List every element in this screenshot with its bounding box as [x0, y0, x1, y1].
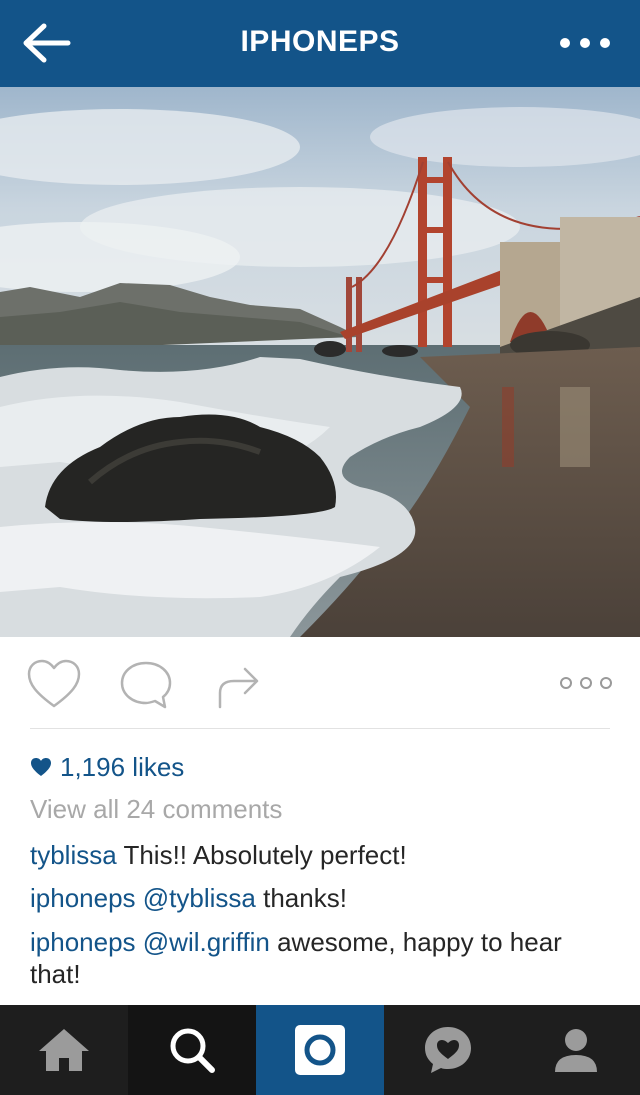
- share-arrow-icon[interactable]: [212, 659, 264, 711]
- comment-item: tyblissa This!! Absolutely perfect!: [30, 839, 610, 871]
- comment-username[interactable]: tyblissa: [30, 840, 117, 870]
- view-all-comments-link[interactable]: View all 24 comments: [30, 794, 282, 825]
- comment-mention[interactable]: @wil.griffin: [143, 927, 270, 957]
- actions-divider: [30, 728, 610, 729]
- bottom-tab-bar: [0, 1005, 640, 1095]
- tab-profile[interactable]: [512, 1005, 640, 1095]
- tab-home[interactable]: [0, 1005, 128, 1095]
- comment-username[interactable]: iphoneps: [30, 927, 136, 957]
- likes-text: 1,196 likes: [60, 751, 185, 782]
- tab-camera[interactable]: [256, 1005, 384, 1095]
- home-icon: [39, 1029, 89, 1071]
- comment-bubble-icon[interactable]: [118, 659, 174, 711]
- tab-search[interactable]: [128, 1005, 256, 1095]
- camera-icon: [295, 1025, 345, 1075]
- comment-text: thanks!: [263, 883, 347, 913]
- comment-item: iphoneps @wil.griffin awesome, happy to …: [30, 926, 610, 990]
- more-dots-icon[interactable]: [558, 30, 612, 56]
- post-photo[interactable]: [0, 87, 640, 637]
- options-dots-icon[interactable]: [558, 673, 614, 693]
- activity-icon: [425, 1027, 471, 1073]
- top-navigation-bar: IPHONEPS: [0, 0, 640, 87]
- search-icon: [170, 1028, 215, 1073]
- comment-mention[interactable]: @tyblissa: [143, 883, 256, 913]
- page-title: IPHONEPS: [240, 25, 400, 58]
- comment-text: This!! Absolutely perfect!: [123, 840, 407, 870]
- comment-item: iphoneps @tyblissa thanks!: [30, 882, 610, 914]
- golden-gate-photo: [0, 87, 640, 637]
- heart-outline-icon[interactable]: [26, 659, 82, 711]
- comment-username[interactable]: iphoneps: [30, 883, 136, 913]
- likes-count[interactable]: 1,196 likes: [30, 750, 184, 784]
- tab-activity[interactable]: [384, 1005, 512, 1095]
- post-actions: [0, 637, 640, 729]
- heart-filled-icon: [31, 758, 51, 776]
- profile-icon: [555, 1029, 597, 1072]
